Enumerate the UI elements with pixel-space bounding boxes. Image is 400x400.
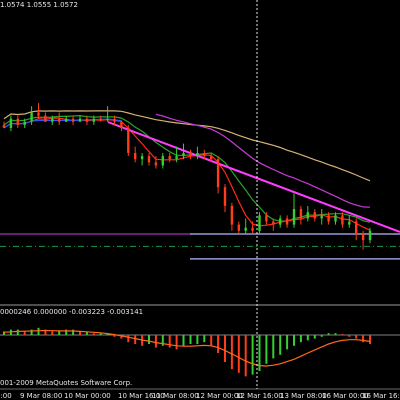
price-chart[interactable]	[0, 0, 400, 400]
candle-bear[interactable]	[272, 221, 275, 225]
candle-bear[interactable]	[2, 124, 6, 128]
candle-bear[interactable]	[223, 187, 227, 206]
candle-bear[interactable]	[216, 159, 220, 188]
candle-bull[interactable]	[258, 215, 261, 231]
candle-bull[interactable]	[368, 230, 372, 241]
copyright-text: 001-2009 MetaQuotes Software Corp.	[0, 379, 133, 387]
time-axis-label: 16 Mar 16:00	[362, 392, 400, 400]
candle-bear[interactable]	[203, 153, 206, 157]
candle-bear[interactable]	[299, 209, 303, 219]
candle-bear[interactable]	[44, 115, 47, 122]
candle-bull[interactable]	[292, 209, 296, 225]
candle-bear[interactable]	[265, 215, 268, 222]
candle-bear[interactable]	[341, 215, 344, 225]
candle-bear[interactable]	[127, 128, 130, 153]
time-axis-label: 5:00	[0, 392, 12, 400]
time-axis-label: 11 Mar 08:00	[152, 392, 199, 400]
time-axis-label: 13 Mar 08:00	[280, 392, 327, 400]
candle-bear[interactable]	[37, 112, 40, 116]
candle-bull[interactable]	[92, 118, 95, 122]
candle-bear[interactable]	[147, 156, 151, 163]
candle-bull[interactable]	[9, 118, 13, 128]
candle-bear[interactable]	[120, 121, 123, 128]
candle-bear[interactable]	[285, 218, 289, 225]
candle-bull[interactable]	[334, 215, 337, 222]
candle-bull[interactable]	[65, 118, 68, 122]
candle-bull[interactable]	[320, 215, 323, 219]
candle-bull[interactable]	[348, 221, 351, 225]
candle-bear[interactable]	[99, 118, 102, 121]
candle-bull[interactable]	[175, 156, 178, 160]
time-axis-label: 12 Mar 16:00	[236, 392, 283, 400]
candle-bull[interactable]	[182, 153, 185, 157]
candle-bull[interactable]	[106, 118, 109, 121]
candle-bear[interactable]	[85, 118, 89, 122]
candle-bull[interactable]	[23, 121, 26, 125]
candle-bear[interactable]	[355, 221, 358, 235]
candle-bear[interactable]	[168, 156, 171, 160]
candle-bear[interactable]	[251, 227, 254, 231]
candle-bull[interactable]	[306, 212, 309, 219]
candle-bear[interactable]	[237, 224, 240, 231]
candle-bear[interactable]	[71, 118, 75, 122]
indicator-header: 0000246 0.000000 -0.003223 -0.003141	[0, 308, 144, 316]
candle-bear[interactable]	[313, 212, 316, 219]
candle-bull[interactable]	[161, 156, 164, 166]
candle-bull[interactable]	[51, 118, 54, 122]
candle-bear[interactable]	[327, 215, 330, 222]
candle-bull[interactable]	[140, 156, 144, 160]
candle-bear[interactable]	[361, 234, 365, 241]
candle-bull[interactable]	[196, 153, 199, 157]
candle-bear[interactable]	[58, 118, 61, 122]
candle-bear[interactable]	[210, 156, 213, 160]
candle-bull[interactable]	[244, 227, 247, 231]
chart-background	[0, 0, 400, 400]
candle-bear[interactable]	[230, 205, 234, 225]
main-chart-header: 1.0574 1.0555 1.0572	[0, 1, 78, 9]
candle-bear[interactable]	[189, 153, 192, 157]
candle-bear[interactable]	[113, 118, 116, 122]
candle-bear[interactable]	[134, 153, 137, 160]
candle-bull[interactable]	[78, 118, 82, 122]
candle-bear[interactable]	[154, 162, 158, 166]
time-axis-label: 9 Mar 08:00	[20, 392, 63, 400]
candle-bear[interactable]	[16, 118, 19, 125]
candle-bull[interactable]	[279, 218, 282, 225]
candle-bull[interactable]	[30, 112, 33, 122]
time-axis-label: 10 Mar 00:00	[64, 392, 111, 400]
